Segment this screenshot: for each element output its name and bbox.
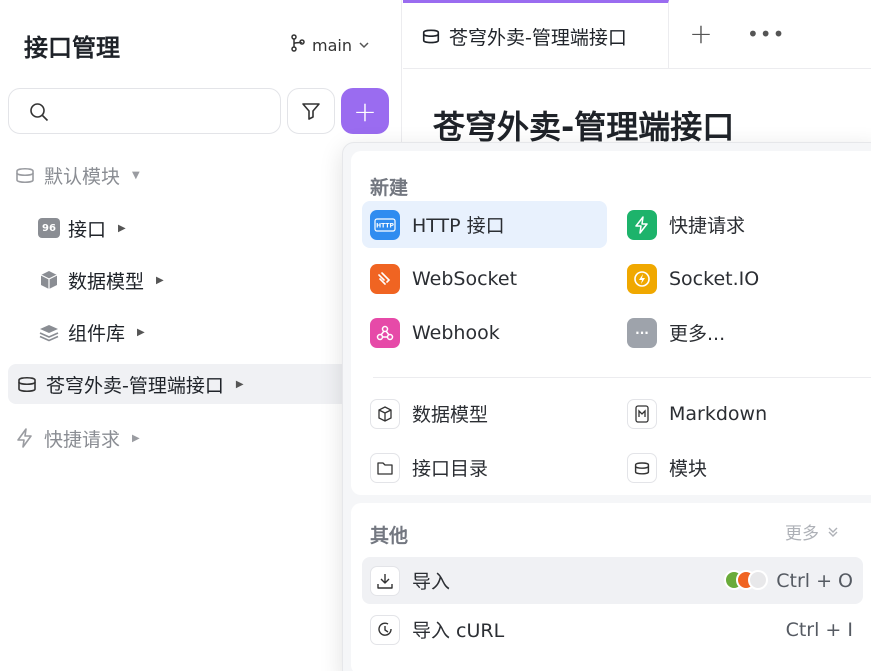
caret-right-icon: ▶ xyxy=(118,222,126,234)
filter-button[interactable] xyxy=(287,88,335,134)
markdown-icon xyxy=(627,398,657,429)
tree-item-quick-request[interactable]: 快捷请求 ▶ xyxy=(14,418,140,458)
menu-divider xyxy=(373,377,871,378)
module-icon xyxy=(422,29,440,44)
curl-icon xyxy=(370,614,400,645)
tree-item-default-module[interactable]: 默认模块 ▼ xyxy=(14,155,140,195)
new-tab-button[interactable]: + xyxy=(687,20,715,48)
menu-item-quick-request[interactable]: 快捷请求 xyxy=(619,201,859,248)
import-shortcut: Ctrl + O xyxy=(776,569,853,592)
lightning-icon xyxy=(17,428,32,448)
menu-item-websocket[interactable]: WebSocket xyxy=(362,255,607,302)
other-section-label: 其他 xyxy=(370,525,409,547)
layers-icon xyxy=(39,325,59,342)
menu-item-label: 更多... xyxy=(669,323,726,345)
folder-icon xyxy=(370,452,400,483)
tree-item-label: 默认模块 xyxy=(44,165,121,188)
module-icon xyxy=(627,452,657,483)
caret-right-icon: ▶ xyxy=(235,378,244,390)
menu-item-module[interactable]: 模块 xyxy=(619,444,859,491)
module-icon xyxy=(16,167,34,184)
tree-item-data-model[interactable]: 数据模型 ▶ xyxy=(38,260,164,300)
branch-selector[interactable]: main xyxy=(290,34,370,56)
menu-item-import[interactable]: 导入 Ctrl + O xyxy=(362,557,863,604)
cube-icon xyxy=(40,271,58,289)
chevron-down-icon xyxy=(358,36,370,55)
tree-item-component-library[interactable]: 组件库 ▶ xyxy=(38,312,145,352)
tab-bar: 苍穹外卖-管理端接口 + ••• xyxy=(403,0,871,69)
more-label: 更多 xyxy=(785,524,819,544)
menu-item-label: Webhook xyxy=(412,321,500,344)
svg-text:HTTP: HTTP xyxy=(376,222,394,229)
menu-item-label: 导入 xyxy=(412,571,451,593)
menu-item-import-curl[interactable]: 导入 cURL Ctrl + I xyxy=(362,606,863,653)
menu-item-label: 接口目录 xyxy=(412,458,489,480)
more-icon: ··· xyxy=(627,317,657,348)
search-input[interactable] xyxy=(8,88,281,134)
import-curl-shortcut: Ctrl + I xyxy=(785,618,853,641)
search-icon xyxy=(30,103,49,122)
tree-item-label: 接口 xyxy=(68,218,107,241)
sidebar-title: 接口管理 xyxy=(24,34,120,62)
tree-item-label: 组件库 xyxy=(68,322,126,345)
caret-right-icon: ▶ xyxy=(156,274,164,286)
tab-more-button[interactable]: ••• xyxy=(747,20,784,48)
ellipsis-icon: ••• xyxy=(747,22,786,46)
new-item-menu: 新建 HTTP HTTP 接口 快捷请求 WebSocket Socket.IO… xyxy=(342,142,871,671)
chevron-double-down-icon xyxy=(828,527,838,537)
lightning-icon xyxy=(627,209,657,240)
module-icon xyxy=(18,376,36,393)
menu-item-data-model[interactable]: 数据模型 xyxy=(362,390,607,437)
caret-right-icon: ▶ xyxy=(137,326,145,338)
menu-item-label: 导入 cURL xyxy=(412,620,505,642)
other-more-toggle[interactable]: 更多 xyxy=(785,519,839,544)
menu-item-http[interactable]: HTTP HTTP 接口 xyxy=(362,201,607,248)
menu-item-markdown[interactable]: Markdown xyxy=(619,390,859,437)
menu-item-label: Socket.IO xyxy=(669,267,760,290)
menu-item-label: 数据模型 xyxy=(412,404,489,426)
caret-right-icon: ▼ xyxy=(132,169,140,181)
add-button[interactable]: + xyxy=(341,88,389,134)
menu-item-label: WebSocket xyxy=(412,267,518,290)
tab-project-module[interactable]: 苍穹外卖-管理端接口 xyxy=(403,0,669,69)
plus-icon: + xyxy=(353,94,377,128)
menu-item-webhook[interactable]: Webhook xyxy=(362,309,607,356)
caret-right-icon: ▶ xyxy=(132,432,140,444)
app-logo-icon xyxy=(748,570,768,590)
websocket-icon xyxy=(370,263,400,294)
import-icon xyxy=(370,565,400,596)
socketio-icon xyxy=(627,263,657,294)
tab-label: 苍穹外卖-管理端接口 xyxy=(449,26,627,49)
plus-icon: + xyxy=(689,17,713,50)
menu-item-api-folder[interactable]: 接口目录 xyxy=(362,444,607,491)
menu-item-label: 模块 xyxy=(669,458,708,480)
tree-item-label: 数据模型 xyxy=(68,270,145,293)
http-icon: HTTP xyxy=(370,209,400,240)
menu-item-label: HTTP 接口 xyxy=(412,215,505,237)
menu-item-socketio[interactable]: Socket.IO xyxy=(619,255,859,302)
menu-item-label: Markdown xyxy=(669,402,768,425)
app-root: 接口管理 main + 默认模块 ▼ 96 接口 ▶ 数据模型 ▶ 组件库 ▶ … xyxy=(0,0,871,671)
menu-item-more[interactable]: ··· 更多... xyxy=(619,309,859,356)
menu-item-label: 快捷请求 xyxy=(669,215,746,237)
new-section: 新建 HTTP HTTP 接口 快捷请求 WebSocket Socket.IO… xyxy=(351,151,871,495)
new-section-label: 新建 xyxy=(370,177,409,199)
filter-icon xyxy=(302,103,320,120)
webhook-icon xyxy=(370,317,400,348)
branch-icon xyxy=(290,34,306,56)
tree-item-api[interactable]: 96 接口 ▶ xyxy=(38,208,126,248)
importer-logos xyxy=(724,570,768,590)
cube-icon xyxy=(370,398,400,429)
api-icon: 96 xyxy=(38,218,60,238)
tree-item-label: 苍穹外卖-管理端接口 xyxy=(46,374,224,397)
tree-item-label: 快捷请求 xyxy=(44,428,121,451)
branch-name: main xyxy=(312,35,352,55)
